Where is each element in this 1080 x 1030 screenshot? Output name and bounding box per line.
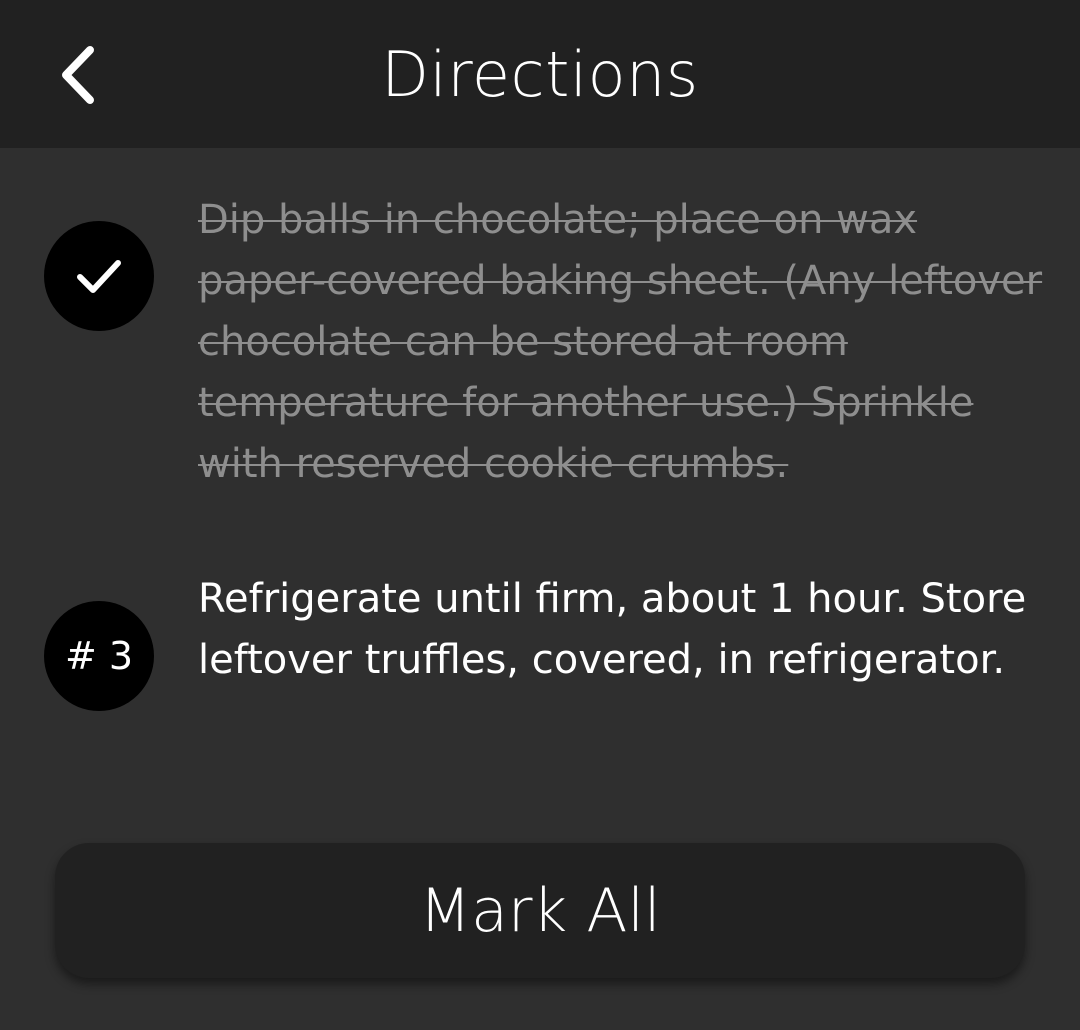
step-number-badge[interactable]: # 3: [44, 601, 154, 711]
page-title: Directions: [381, 38, 699, 111]
step-number-label: # 3: [64, 634, 134, 678]
step-text: Refrigerate until firm, about 1 hour. St…: [198, 576, 1027, 683]
mark-all-button[interactable]: Mark All: [55, 843, 1025, 978]
app-header: Directions: [0, 0, 1080, 148]
back-button[interactable]: [40, 30, 120, 120]
chevron-left-icon: [62, 46, 94, 104]
checkmark-icon: [77, 260, 121, 293]
step-complete-toggle[interactable]: [44, 221, 154, 331]
directions-screen: Directions Dip balls in chocolate; place…: [0, 0, 1080, 1030]
step-text: Dip balls in chocolate; place on wax pap…: [198, 197, 1043, 487]
